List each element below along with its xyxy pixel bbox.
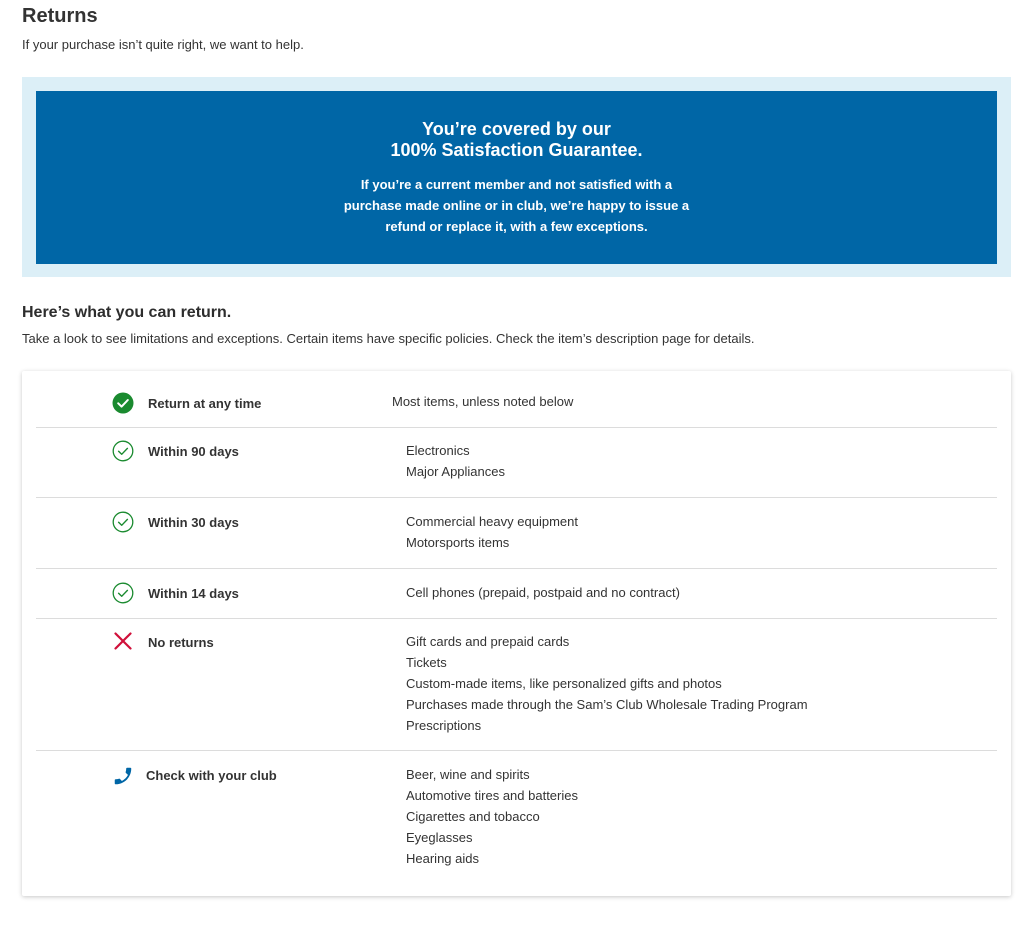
guarantee-heading-line1: You’re covered by our xyxy=(422,119,611,139)
policy-item: Tickets xyxy=(406,655,447,670)
check-circle-outline-icon xyxy=(112,511,134,533)
policy-item: Most items, unless noted below xyxy=(392,394,574,409)
policy-label: Check with your club xyxy=(146,768,277,783)
section-title: Here’s what you can return. xyxy=(22,304,232,321)
policy-item: Commercial heavy equipment xyxy=(406,514,578,529)
policy-row-90-days: Within 90 days Electronics Major Applian… xyxy=(36,428,997,498)
policy-label: No returns xyxy=(148,635,214,650)
policy-label: Return at any time xyxy=(148,396,262,411)
policy-label: Within 14 days xyxy=(148,586,239,601)
policy-item: Gift cards and prepaid cards xyxy=(406,634,570,649)
check-circle-outline-icon xyxy=(112,582,134,604)
section-description: Take a look to see limitations and excep… xyxy=(22,331,755,346)
policy-row-30-days: Within 30 days Commercial heavy equipmen… xyxy=(36,498,997,569)
policy-item: Beer, wine and spirits xyxy=(406,767,530,782)
guarantee-body-line2: purchase made online or in club, we’re h… xyxy=(343,198,690,213)
policy-items: Cell phones (prepaid, postpaid and no co… xyxy=(406,582,680,603)
guarantee-banner-panel: You’re covered by our 100% Satisfaction … xyxy=(36,91,997,264)
policy-item: Motorsports items xyxy=(406,535,510,550)
policy-row-check-club: Check with your club Beer, wine and spir… xyxy=(36,751,997,891)
policy-item: Cigarettes and tobacco xyxy=(406,809,540,824)
policy-items: Electronics Major Appliances xyxy=(406,440,505,482)
policy-row-no-returns: No returns Gift cards and prepaid cards … xyxy=(36,619,997,751)
policy-label: Within 90 days xyxy=(148,444,239,459)
policy-label: Within 30 days xyxy=(148,515,239,530)
policy-items: Most items, unless noted below xyxy=(392,391,573,412)
policy-item: Major Appliances xyxy=(406,464,505,479)
policy-item: Prescriptions xyxy=(406,718,482,733)
guarantee-banner: You’re covered by our 100% Satisfaction … xyxy=(22,77,1011,277)
phone-icon xyxy=(112,765,134,787)
policy-item: Purchases made through the Sam’s Club Wh… xyxy=(406,697,808,712)
policy-items: Beer, wine and spirits Automotive tires … xyxy=(406,764,578,869)
policy-row-any-time: Return at any time Most items, unless no… xyxy=(36,371,997,428)
policy-item: Electronics xyxy=(406,443,470,458)
guarantee-body-line3: refund or replace it, with a few excepti… xyxy=(385,219,648,234)
policy-row-14-days: Within 14 days Cell phones (prepaid, pos… xyxy=(36,569,997,619)
policy-item: Hearing aids xyxy=(406,851,479,866)
guarantee-body-line1: If you’re a current member and not satis… xyxy=(360,177,673,192)
policy-items: Commercial heavy equipment Motorsports i… xyxy=(406,511,578,553)
check-circle-filled-icon xyxy=(112,392,134,414)
guarantee-heading: You’re covered by our 100% Satisfaction … xyxy=(36,119,997,161)
check-circle-outline-icon xyxy=(112,440,134,462)
policy-item: Eyeglasses xyxy=(406,830,473,845)
policy-items: Gift cards and prepaid cards Tickets Cus… xyxy=(406,631,808,736)
return-policy-table: Return at any time Most items, unless no… xyxy=(22,371,1011,896)
guarantee-body: If you’re a current member and not satis… xyxy=(36,174,997,237)
x-icon xyxy=(112,630,134,652)
policy-item: Automotive tires and batteries xyxy=(406,788,578,803)
policy-item: Custom-made items, like personalized gif… xyxy=(406,676,722,691)
guarantee-heading-line2: 100% Satisfaction Guarantee. xyxy=(390,140,643,160)
page-subtitle: If your purchase isn’t quite right, we w… xyxy=(22,37,304,52)
policy-item: Cell phones (prepaid, postpaid and no co… xyxy=(406,585,680,600)
page-title: Returns xyxy=(22,5,98,27)
